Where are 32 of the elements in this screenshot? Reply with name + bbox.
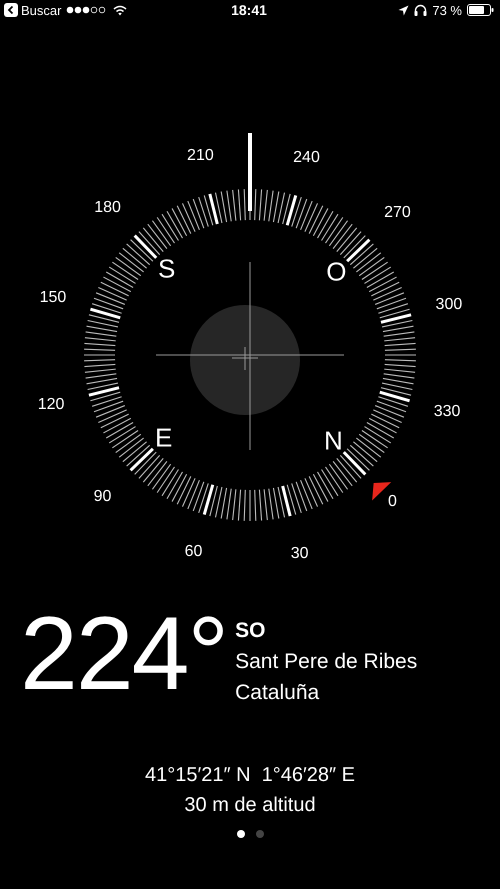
degree-label: 180 xyxy=(94,198,121,217)
degree-label: 120 xyxy=(38,396,64,414)
cardinal-letter: N xyxy=(324,426,343,457)
location-arrow-icon xyxy=(398,4,410,16)
degree-label: 90 xyxy=(94,488,112,506)
cardinal-letter: E xyxy=(155,422,172,454)
degree-label: 210 xyxy=(187,147,214,166)
coordinates: 41°15′21″ N 1°46′28″ E xyxy=(144,763,356,788)
back-button[interactable]: Buscar xyxy=(4,2,62,18)
degree-label: 270 xyxy=(384,204,411,222)
direction-label: SO xyxy=(235,618,266,644)
degree-label: 0 xyxy=(388,493,397,512)
cardinal-letter: O xyxy=(326,256,346,288)
degree-label: 300 xyxy=(436,296,462,314)
place-name: Cataluña xyxy=(235,680,320,706)
altitude: 30 m de altitud xyxy=(184,793,316,818)
battery-percent: 73 % xyxy=(432,2,462,18)
wifi-icon xyxy=(113,4,128,16)
battery-icon xyxy=(467,4,494,16)
headphones-icon xyxy=(414,4,428,16)
degree-label: 240 xyxy=(293,148,320,167)
place-name: Sant Pere de Ribes xyxy=(235,649,418,675)
page-dot[interactable] xyxy=(256,830,264,838)
degree-label: 150 xyxy=(40,289,66,308)
degree-label: 30 xyxy=(290,544,308,563)
cardinal-letter: S xyxy=(158,253,176,284)
back-icon xyxy=(4,3,18,17)
status-time: 18:41 xyxy=(231,2,267,18)
degree-label: 60 xyxy=(184,543,202,562)
page-dot[interactable] xyxy=(236,830,244,838)
degree-label: 330 xyxy=(434,402,460,420)
heading-reading: 224° xyxy=(20,602,228,706)
